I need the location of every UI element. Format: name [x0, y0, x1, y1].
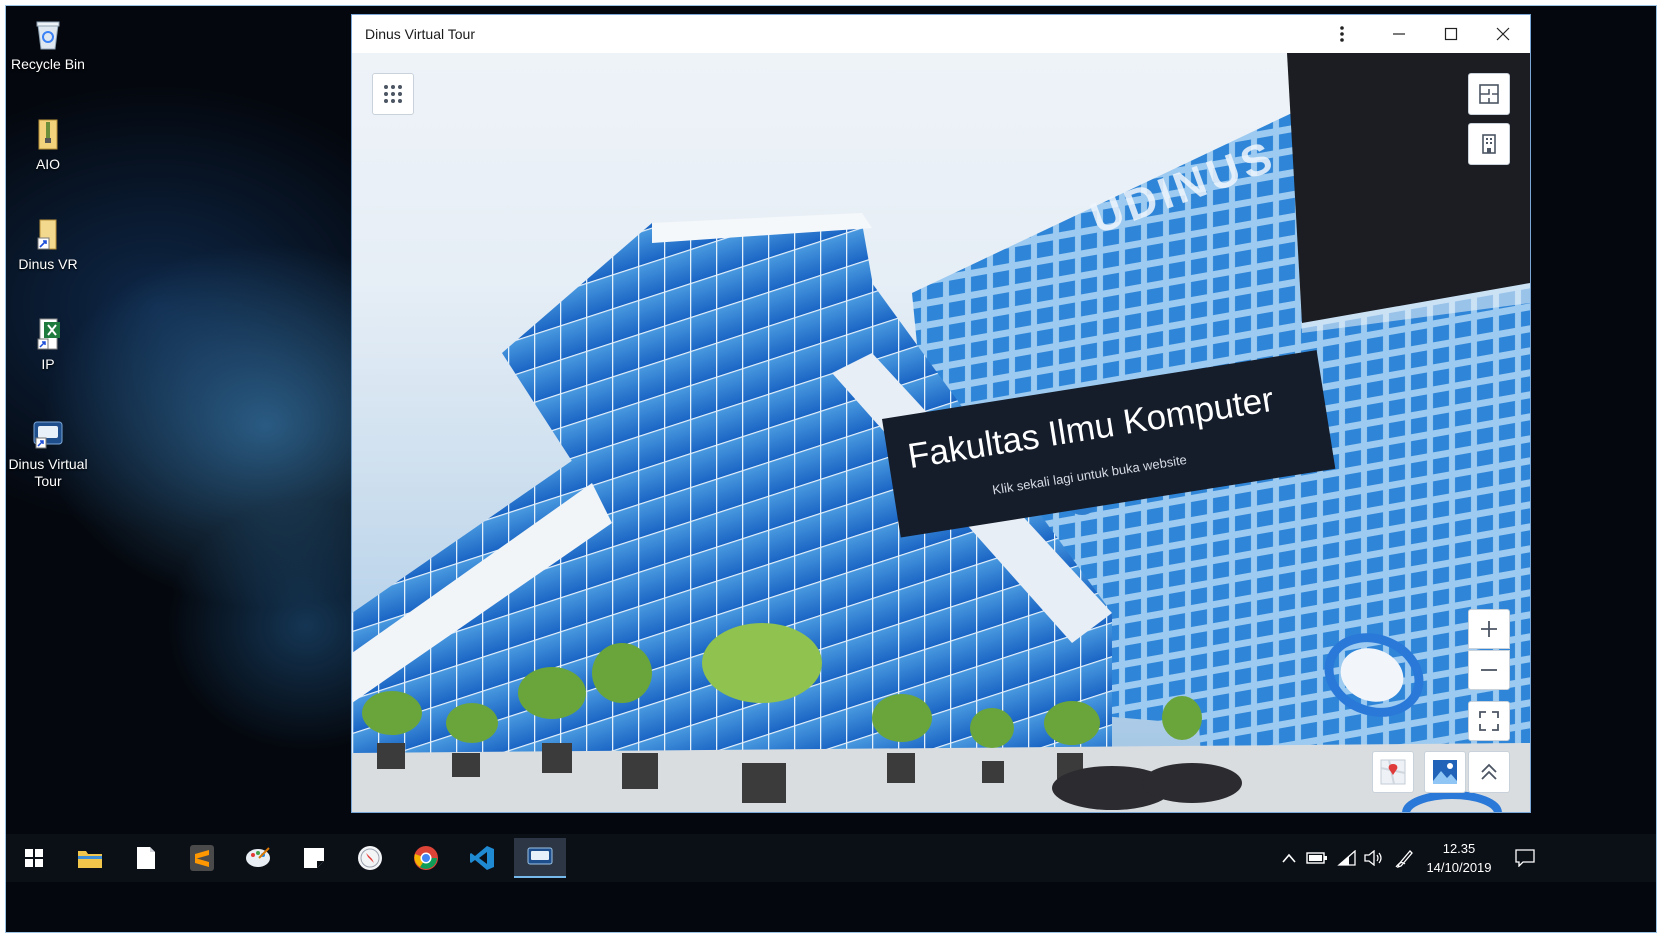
- panorama-view[interactable]: UDINUS Fakultas Ilmu Komputer Klik sekal…: [352, 53, 1530, 812]
- pen-workspace-button[interactable]: [1392, 846, 1418, 870]
- vertical-dots-icon: [1340, 26, 1344, 42]
- building-button[interactable]: [1468, 123, 1510, 165]
- excel-file-shortcut-icon: [37, 318, 60, 350]
- desktop-icon-label: Dinus Virtual Tour: [8, 456, 88, 489]
- paint-palette-icon: [246, 847, 270, 867]
- plus-icon: [1481, 621, 1497, 637]
- app-window: Dinus Virtual Tour UDINUS Fakultas Ilmu …: [351, 14, 1531, 813]
- minus-icon: [1481, 669, 1497, 671]
- sublime-text-icon: [190, 845, 214, 871]
- wifi-icon: [1337, 850, 1356, 866]
- desktop-icon-dinus-vr[interactable]: Dinus VR: [6, 216, 90, 273]
- building-icon: [1482, 134, 1496, 154]
- network-status[interactable]: [1334, 846, 1360, 870]
- clock-date: 14/10/2019: [1426, 860, 1492, 875]
- map-icon: [1380, 759, 1406, 785]
- battery-status[interactable]: [1304, 846, 1330, 870]
- volume-control[interactable]: [1360, 846, 1386, 870]
- desktop-icon-label: Recycle Bin: [11, 56, 85, 72]
- battery-icon: [1306, 852, 1327, 864]
- document-icon: [137, 847, 155, 869]
- maximize-button[interactable]: [1425, 15, 1477, 53]
- desktop-icon-label: Dinus VR: [18, 256, 78, 272]
- desktop-icon-ip[interactable]: IP: [6, 316, 90, 373]
- desktop-icon-label: IP: [41, 356, 55, 372]
- zip-folder-icon: [38, 119, 58, 150]
- grid-icon: [384, 85, 402, 103]
- window-title: Dinus Virtual Tour: [365, 26, 475, 42]
- taskbar-dinus-virtual-tour[interactable]: [514, 838, 566, 878]
- taskbar-notepad[interactable]: [122, 838, 170, 878]
- close-icon: [1496, 27, 1510, 41]
- speaker-icon: [1364, 850, 1382, 866]
- minimize-icon: [1393, 33, 1405, 35]
- expand-up-button[interactable]: [1468, 751, 1510, 793]
- floor-plan-icon: [1479, 84, 1499, 104]
- desktop-icon-label: AIO: [35, 156, 61, 172]
- folder-icon: [78, 851, 102, 868]
- image-icon: [1433, 760, 1457, 784]
- pen-icon: [1395, 850, 1413, 868]
- start-button[interactable]: [10, 838, 58, 878]
- show-hidden-icons-button[interactable]: [1278, 846, 1300, 870]
- gallery-button[interactable]: [1424, 751, 1466, 793]
- menu-grid-button[interactable]: [372, 73, 414, 115]
- desktop-icon-aio[interactable]: AIO: [6, 116, 90, 173]
- compass-icon: [358, 846, 382, 870]
- more-options-button[interactable]: [1316, 15, 1368, 53]
- map-button[interactable]: [1372, 751, 1414, 793]
- folder-shortcut-icon: [37, 219, 57, 250]
- app-window-icon: [527, 847, 553, 865]
- zoom-out-button[interactable]: [1468, 650, 1510, 690]
- taskbar-file-explorer[interactable]: [66, 838, 114, 878]
- recycle-bin-icon: [36, 21, 60, 50]
- sticky-note-icon: [304, 848, 324, 868]
- chrome-icon: [414, 846, 438, 870]
- title-bar[interactable]: Dinus Virtual Tour: [352, 15, 1530, 53]
- taskbar: 12.35 14/10/2019: [6, 834, 1656, 882]
- floor-plan-button[interactable]: [1468, 73, 1510, 115]
- taskbar-paint[interactable]: [234, 838, 282, 878]
- maximize-icon: [1444, 27, 1458, 41]
- taskbar-browser-compass[interactable]: [346, 838, 394, 878]
- windows-logo-icon: [25, 849, 43, 867]
- fullscreen-icon: [1479, 711, 1499, 731]
- screen: Recycle Bin AIO Dinus VR IP Dinus Virtua…: [5, 5, 1657, 933]
- fullscreen-button[interactable]: [1468, 701, 1510, 741]
- taskbar-sublime-text[interactable]: [178, 838, 226, 878]
- close-button[interactable]: [1477, 15, 1529, 53]
- taskbar-vscode[interactable]: [458, 838, 506, 878]
- action-center-button[interactable]: [1510, 846, 1540, 870]
- desktop-icon-recycle-bin[interactable]: Recycle Bin: [6, 16, 90, 73]
- taskbar-chrome[interactable]: [402, 838, 450, 878]
- notification-icon: [1515, 849, 1535, 867]
- taskbar-sticky-notes[interactable]: [290, 838, 338, 878]
- taskbar-clock[interactable]: 12.35 14/10/2019: [1424, 839, 1494, 877]
- double-chevron-up-icon: [1481, 763, 1497, 780]
- vscode-icon: [470, 846, 494, 870]
- chevron-up-icon: [1282, 853, 1296, 863]
- desktop-icon-dinus-virtual-tour[interactable]: Dinus Virtual Tour: [6, 416, 90, 490]
- zoom-in-button[interactable]: [1468, 609, 1510, 649]
- app-shortcut-icon: [33, 421, 63, 449]
- clock-time: 12.35: [1442, 841, 1476, 856]
- minimize-button[interactable]: [1373, 15, 1425, 53]
